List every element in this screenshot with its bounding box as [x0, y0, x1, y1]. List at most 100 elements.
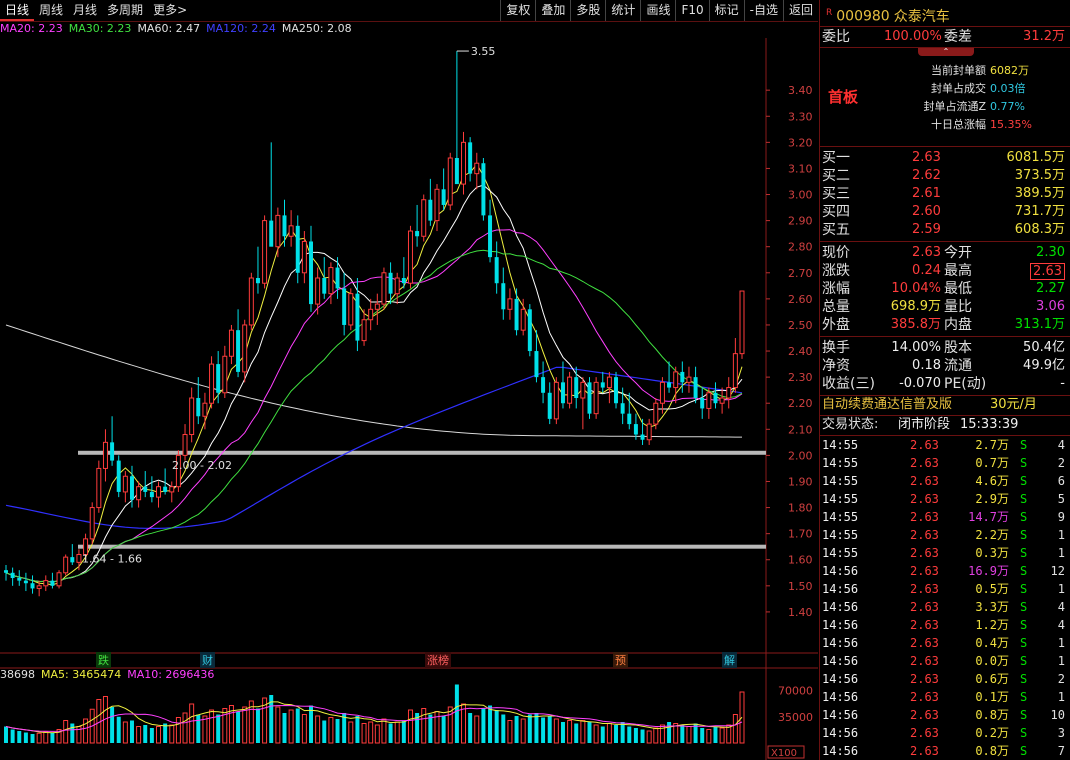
- candle-body: [110, 442, 115, 461]
- volume-bar: [43, 731, 49, 744]
- tick-side: S: [1020, 618, 1028, 632]
- tick-time: 14:55: [822, 546, 859, 560]
- period-tab-2[interactable]: 月线: [68, 0, 102, 21]
- tool-button-2[interactable]: 多股: [570, 0, 605, 21]
- tool-button-3[interactable]: 统计: [605, 0, 640, 21]
- period-tab-4[interactable]: 更多>: [148, 0, 192, 21]
- volume-legend-item: MA10: 2696436: [127, 668, 215, 681]
- vol-unit-label: X100: [771, 748, 797, 759]
- candle-body: [236, 330, 241, 372]
- bid-label: 买一: [822, 150, 850, 166]
- candle-body: [374, 303, 380, 310]
- volume-bar: [606, 723, 612, 744]
- period-tab-1[interactable]: 周线: [34, 0, 68, 21]
- event-marker[interactable]: 预: [613, 652, 628, 668]
- ma-legend-item: MA30: 2.23: [68, 22, 132, 35]
- quote-label: 量比: [944, 299, 972, 315]
- tick-count: 5: [1057, 492, 1065, 506]
- bid-price: 2.62: [912, 168, 941, 183]
- weicha-label: 委差: [944, 29, 972, 45]
- y-tick-label: 2.10: [788, 423, 813, 436]
- tick-side: S: [1020, 708, 1028, 722]
- tool-button-5[interactable]: F10: [675, 0, 708, 21]
- ad-row[interactable]: 自动续费通达信普及版 30元/月: [820, 396, 1070, 416]
- tool-button-7[interactable]: -自选: [743, 0, 783, 21]
- fund-label: 股本: [944, 340, 972, 356]
- candle-body: [441, 189, 446, 205]
- volume-bar: [175, 717, 181, 744]
- quote-value: 10.04%: [891, 281, 941, 296]
- tool-button-6[interactable]: 标记: [708, 0, 744, 21]
- bid-row[interactable]: 买一 2.63 6081.5万: [820, 149, 1070, 167]
- kline-chart[interactable]: 3.40 3.30 3.20 3.10 3.00 2.90 2.80 2.70 2.60 2.50…: [0, 38, 818, 760]
- tick-count: 1: [1057, 528, 1065, 542]
- candle-body: [606, 376, 612, 389]
- tool-button-4[interactable]: 画线: [640, 0, 675, 21]
- fundamentals-row: 净资 0.18 流通 49.9亿: [820, 357, 1070, 375]
- seal-info-row: 当前封单额 6082万: [902, 62, 1032, 80]
- event-marker[interactable]: 财: [200, 652, 215, 668]
- volume-legend-item: 38698: [0, 668, 35, 681]
- tick-row: 14:55 2.63 2.7万 S 4: [820, 436, 1070, 454]
- candle-body: [163, 486, 168, 492]
- tick-price: 2.63: [910, 726, 939, 740]
- candle-body: [17, 578, 22, 581]
- seal-info-value: 15.35%: [990, 118, 1032, 131]
- seal-info-label: 封单占成交: [931, 82, 986, 95]
- tool-button-0[interactable]: 复权: [500, 0, 535, 21]
- volume-bar: [686, 726, 692, 744]
- tick-price: 2.63: [910, 438, 939, 452]
- period-tab-0[interactable]: 日线: [0, 0, 35, 21]
- candle-body: [248, 277, 254, 326]
- event-marker[interactable]: 涨榜: [425, 652, 451, 668]
- volume-bar: [368, 721, 374, 744]
- volume-bar: [401, 720, 406, 743]
- weibi-label: 委比: [822, 29, 850, 45]
- period-tab-3[interactable]: 多周期: [102, 0, 148, 21]
- tick-time: 14:56: [822, 690, 859, 704]
- tick-row: 14:55 2.63 4.6万 S 6: [820, 472, 1070, 490]
- volume-bar: [149, 728, 154, 743]
- event-marker[interactable]: 跌: [96, 652, 111, 668]
- tick-side: S: [1020, 726, 1028, 740]
- tick-side: S: [1020, 510, 1028, 524]
- tick-volume: 0.8万: [975, 744, 1009, 758]
- bid-row[interactable]: 买三 2.61 389.5万: [820, 185, 1070, 203]
- tick-row: 14:56 2.63 0.2万 S 3: [820, 724, 1070, 742]
- volume-bar: [36, 732, 42, 744]
- candle-body: [335, 267, 340, 289]
- candle-body: [686, 376, 692, 383]
- y-tick-label: 2.40: [788, 345, 813, 358]
- seal-info-value: 0.03倍: [990, 82, 1026, 95]
- tick-row: 14:56 2.63 0.5万 S 1: [820, 580, 1070, 598]
- volume-bar: [4, 726, 8, 743]
- tick-list[interactable]: 14:55 2.63 2.7万 S 4 14:55 2.63 0.7万 S 2 14:55 2.63 4…: [820, 436, 1070, 760]
- tool-button-1[interactable]: 叠加: [535, 0, 570, 21]
- candle-body: [43, 580, 49, 587]
- candle-body: [96, 467, 102, 509]
- y-tick-label: 2.90: [788, 215, 813, 228]
- bid-row[interactable]: 买四 2.60 731.7万: [820, 203, 1070, 221]
- y-tick-label: 3.40: [788, 84, 813, 97]
- stock-name[interactable]: 众泰汽车: [894, 9, 950, 25]
- bid-row[interactable]: 买五 2.59 608.3万: [820, 221, 1070, 239]
- fund-value: 49.9亿: [1023, 358, 1065, 373]
- y-tick-label: 2.00: [788, 449, 813, 462]
- tick-price: 2.63: [910, 564, 939, 578]
- tool-button-8[interactable]: 返回: [782, 0, 818, 21]
- bid-label: 买五: [822, 222, 850, 238]
- collapse-icon[interactable]: ⌃: [918, 48, 974, 56]
- candle-body: [282, 215, 287, 237]
- event-marker[interactable]: 解: [722, 652, 737, 668]
- bid-row[interactable]: 买二 2.62 373.5万: [820, 167, 1070, 185]
- volume-bar: [374, 724, 380, 744]
- quote-label: 最低: [944, 281, 972, 297]
- volume-bar: [560, 722, 565, 743]
- volume-bar: [70, 723, 75, 743]
- fundamentals-row: 收益(三) -0.070 PE(动) -: [820, 375, 1070, 393]
- candle-body: [63, 556, 69, 574]
- candle-body: [534, 351, 539, 378]
- candle-body: [434, 188, 440, 222]
- candle-body: [56, 572, 62, 587]
- candle-body: [255, 278, 260, 284]
